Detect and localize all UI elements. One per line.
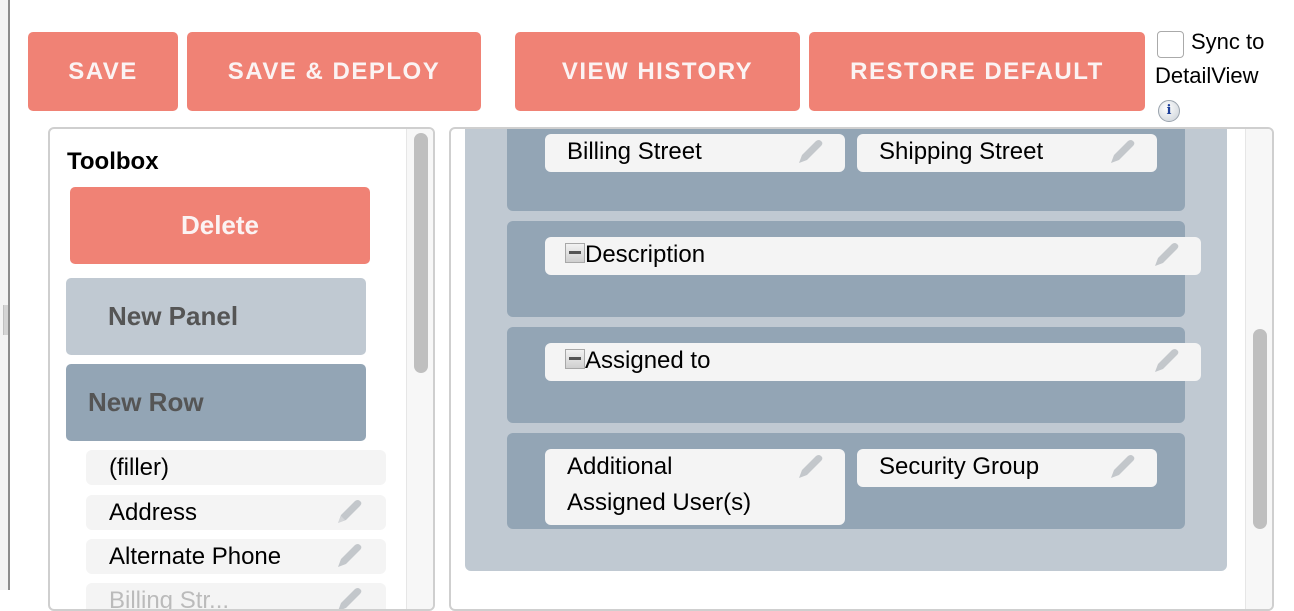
layout-field[interactable]: Additional Assigned User(s) — [545, 449, 845, 525]
toolbox-field[interactable]: Alternate Phone — [86, 539, 386, 574]
left-splitter[interactable] — [0, 0, 10, 590]
layout-panel[interactable]: Billing Street Shipping Street Descripti… — [465, 129, 1227, 571]
pencil-icon[interactable] — [1149, 344, 1183, 378]
layout-row[interactable]: Description — [507, 221, 1201, 317]
view-history-button[interactable]: VIEW HISTORY — [515, 32, 800, 111]
pencil-icon[interactable] — [1105, 135, 1139, 169]
layout-editor: Billing Street Shipping Street Descripti… — [449, 127, 1274, 611]
layout-field[interactable]: Assigned to — [545, 343, 1201, 381]
pencil-icon[interactable] — [793, 450, 827, 484]
field-label: (filler) — [109, 454, 169, 481]
layout-row[interactable]: Assigned to — [507, 327, 1201, 423]
field-label: Security Group — [879, 453, 1040, 480]
field-label: Description — [585, 241, 706, 268]
info-icon[interactable]: i — [1158, 100, 1180, 122]
pencil-icon[interactable] — [332, 539, 366, 573]
toolbox-scrollbar[interactable] — [406, 129, 433, 609]
scrollbar-thumb[interactable] — [1253, 329, 1267, 529]
collapse-icon[interactable] — [565, 243, 585, 263]
toolbox-panel: Toolbox Delete New Panel New Row (filler… — [48, 127, 435, 611]
field-label: Additional Assigned User(s) — [567, 453, 752, 516]
field-label: Assigned to — [585, 347, 711, 374]
collapse-icon[interactable] — [565, 349, 585, 369]
save-button[interactable]: SAVE — [28, 32, 178, 111]
pencil-icon[interactable] — [1105, 450, 1139, 484]
pencil-icon[interactable] — [332, 583, 366, 611]
new-panel-item[interactable]: New Panel — [66, 278, 366, 355]
field-label: Billing Str... — [109, 587, 230, 611]
field-label: Shipping Street — [879, 138, 1044, 165]
layout-field[interactable]: Description — [545, 237, 1201, 275]
sync-detailview-checkbox[interactable] — [1157, 31, 1184, 58]
save-deploy-button[interactable]: SAVE & DEPLOY — [187, 32, 481, 111]
pencil-icon[interactable] — [1149, 238, 1183, 272]
scrollbar-thumb[interactable] — [414, 133, 428, 373]
field-label: Alternate Phone — [109, 543, 282, 570]
pencil-icon[interactable] — [332, 495, 366, 529]
delete-drop-zone[interactable]: Delete — [70, 187, 370, 264]
toolbox-field[interactable]: Billing Str... — [86, 583, 386, 611]
field-label: Address — [109, 499, 198, 526]
editor-scrollbar[interactable] — [1245, 129, 1272, 609]
restore-default-button[interactable]: RESTORE DEFAULT — [809, 32, 1145, 111]
toolbox-field[interactable]: Address — [86, 495, 386, 530]
toolbox-field[interactable]: (filler) — [86, 450, 386, 485]
new-row-item[interactable]: New Row — [66, 364, 366, 441]
pencil-icon[interactable] — [793, 135, 827, 169]
field-label: Billing Street — [567, 138, 702, 165]
sync-label: Sync to — [1191, 29, 1265, 54]
layout-row[interactable]: Additional Assigned User(s) Security Gro… — [507, 433, 1185, 529]
layout-field[interactable]: Billing Street — [545, 134, 845, 172]
splitter-grip[interactable] — [3, 305, 8, 335]
toolbox-title: Toolbox — [67, 148, 159, 175]
layout-field[interactable]: Security Group — [857, 449, 1157, 487]
layout-field[interactable]: Shipping Street — [857, 134, 1157, 172]
layout-row[interactable]: Billing Street Shipping Street — [507, 129, 1185, 211]
sync-label-detailview: DetailView — [1155, 63, 1259, 88]
